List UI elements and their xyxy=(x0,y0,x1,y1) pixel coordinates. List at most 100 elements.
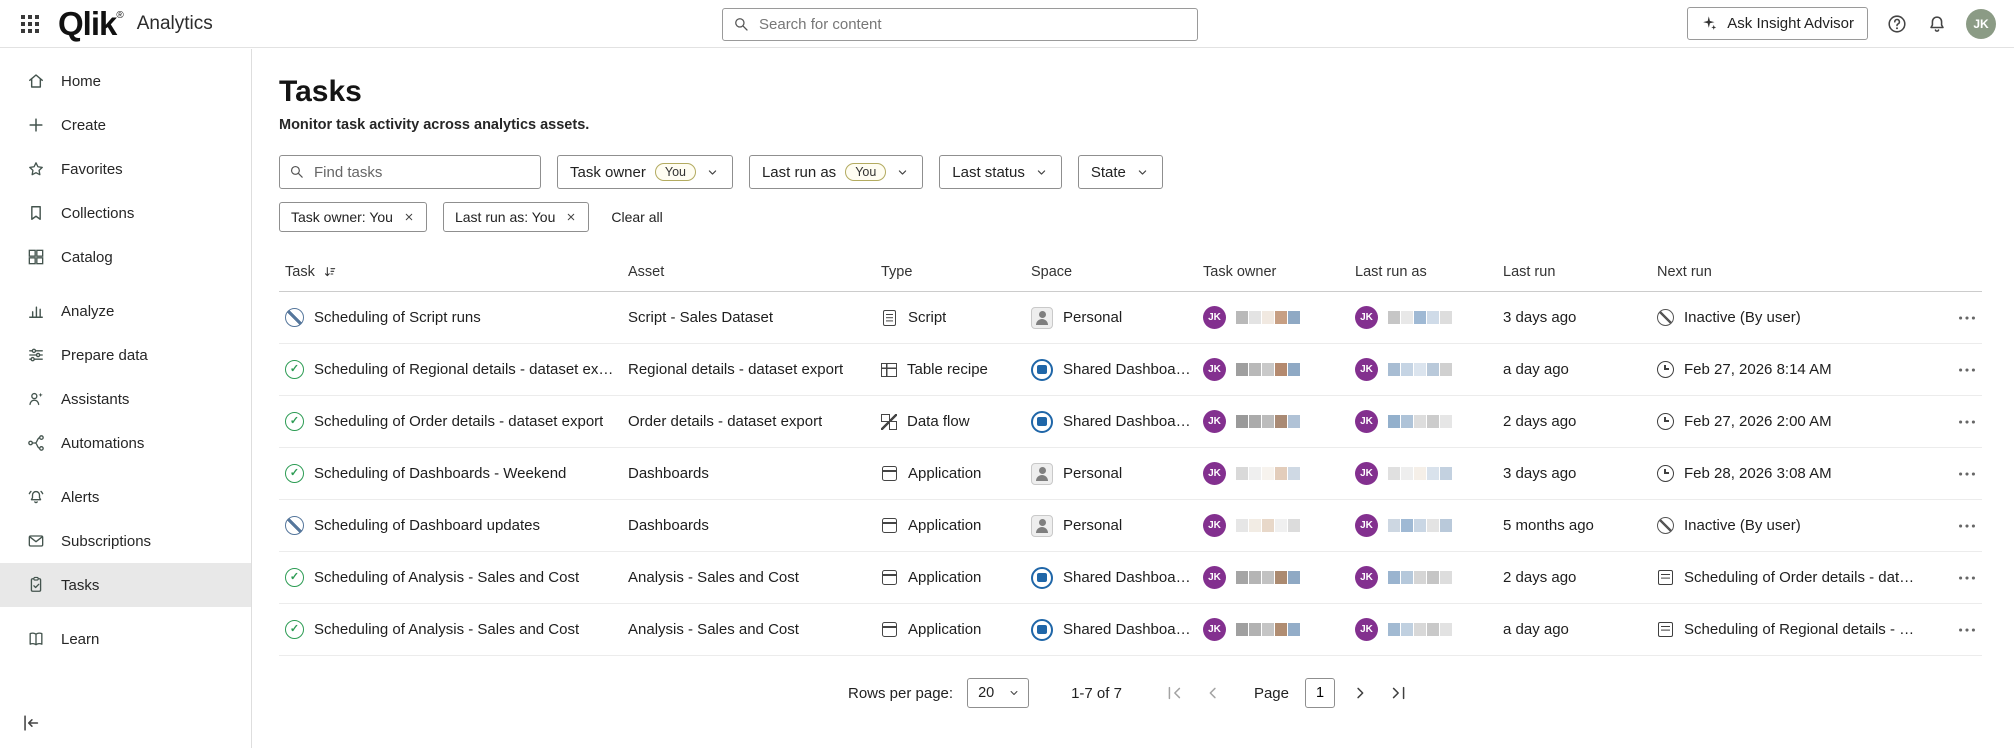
last-run-cell: 2 days ago xyxy=(1503,413,1657,430)
filter-chip-last-run-as[interactable]: Last run as: You xyxy=(443,202,589,232)
row-actions-button[interactable] xyxy=(1956,409,1982,435)
sidebar-item-create[interactable]: Create xyxy=(0,103,251,147)
run-history-strip[interactable] xyxy=(1236,571,1300,584)
run-history-strip[interactable] xyxy=(1388,623,1452,636)
last-run-as-cell: JK xyxy=(1355,618,1503,641)
row-actions-button[interactable] xyxy=(1956,461,1982,487)
sidebar-item-assistants[interactable]: Assistants xyxy=(0,377,251,421)
owner-avatar[interactable]: JK xyxy=(1203,566,1226,589)
run-history-strip[interactable] xyxy=(1388,467,1452,480)
column-header-space[interactable]: Space xyxy=(1031,264,1203,280)
run-as-avatar[interactable]: JK xyxy=(1355,618,1378,641)
run-history-strip[interactable] xyxy=(1236,623,1300,636)
row-actions-button[interactable] xyxy=(1956,305,1982,331)
notifications-button[interactable] xyxy=(1926,13,1948,35)
task-name[interactable]: Scheduling of Order details - dataset ex… xyxy=(314,413,603,430)
sidebar-item-learn[interactable]: Learn xyxy=(0,617,251,661)
task-name[interactable]: Scheduling of Analysis - Sales and Cost xyxy=(314,621,579,638)
close-icon[interactable] xyxy=(403,211,415,223)
sidebar-item-subscriptions[interactable]: Subscriptions xyxy=(0,519,251,563)
owner-avatar[interactable]: JK xyxy=(1203,358,1226,381)
table-row[interactable]: Scheduling of Dashboard updates Dashboar… xyxy=(279,500,1982,552)
row-actions-button[interactable] xyxy=(1956,565,1982,591)
run-history-strip[interactable] xyxy=(1388,415,1452,428)
run-as-avatar[interactable]: JK xyxy=(1355,410,1378,433)
row-actions-button[interactable] xyxy=(1956,357,1982,383)
run-history-strip[interactable] xyxy=(1388,311,1452,324)
table-row[interactable]: Scheduling of Dashboards - Weekend Dashb… xyxy=(279,448,1982,500)
table-row[interactable]: Scheduling of Order details - dataset ex… xyxy=(279,396,1982,448)
sidebar-item-label: Automations xyxy=(61,435,144,452)
sidebar-item-home[interactable]: Home xyxy=(0,59,251,103)
first-page-button[interactable] xyxy=(1164,681,1188,705)
task-owner-filter-dropdown[interactable]: Task owner You xyxy=(557,155,733,189)
column-header-last-run[interactable]: Last run xyxy=(1503,264,1657,280)
sidebar-collapse-button[interactable] xyxy=(20,712,42,734)
column-header-task[interactable]: Task xyxy=(279,264,628,280)
owner-avatar[interactable]: JK xyxy=(1203,410,1226,433)
last-page-button[interactable] xyxy=(1389,681,1413,705)
row-actions-button[interactable] xyxy=(1956,617,1982,643)
column-header-task-owner[interactable]: Task owner xyxy=(1203,264,1355,280)
help-button[interactable] xyxy=(1886,13,1908,35)
task-name[interactable]: Scheduling of Regional details - dataset… xyxy=(314,361,616,378)
run-history-strip[interactable] xyxy=(1236,415,1300,428)
owner-avatar[interactable]: JK xyxy=(1203,306,1226,329)
run-history-strip[interactable] xyxy=(1236,467,1300,480)
run-as-avatar[interactable]: JK xyxy=(1355,566,1378,589)
table-row[interactable]: Scheduling of Analysis - Sales and Cost … xyxy=(279,552,1982,604)
column-header-last-run-as[interactable]: Last run as xyxy=(1355,264,1503,280)
run-history-strip[interactable] xyxy=(1236,363,1300,376)
sidebar-item-catalog[interactable]: Catalog xyxy=(0,235,251,279)
type-cell: Application xyxy=(881,465,1031,482)
clear-all-button[interactable]: Clear all xyxy=(611,209,662,225)
run-as-avatar[interactable]: JK xyxy=(1355,306,1378,329)
owner-avatar[interactable]: JK xyxy=(1203,462,1226,485)
close-icon[interactable] xyxy=(565,211,577,223)
last-status-filter-dropdown[interactable]: Last status xyxy=(939,155,1062,189)
task-name[interactable]: Scheduling of Analysis - Sales and Cost xyxy=(314,569,579,586)
run-history-strip[interactable] xyxy=(1236,311,1300,324)
run-history-strip[interactable] xyxy=(1388,571,1452,584)
global-search-input[interactable] xyxy=(722,8,1198,41)
task-name[interactable]: Scheduling of Dashboard updates xyxy=(314,517,540,534)
row-actions-button[interactable] xyxy=(1956,513,1982,539)
last-run-as-filter-dropdown[interactable]: Last run as You xyxy=(749,155,923,189)
run-as-avatar[interactable]: JK xyxy=(1355,358,1378,381)
page-number-input[interactable] xyxy=(1305,678,1335,708)
run-as-avatar[interactable]: JK xyxy=(1355,462,1378,485)
sidebar-item-prepare-data[interactable]: Prepare data xyxy=(0,333,251,377)
sidebar-item-label: Prepare data xyxy=(61,347,148,364)
table-row[interactable]: Scheduling of Analysis - Sales and Cost … xyxy=(279,604,1982,656)
table-row[interactable]: Scheduling of Script runs Script - Sales… xyxy=(279,292,1982,344)
owner-avatar[interactable]: JK xyxy=(1203,618,1226,641)
table-row[interactable]: Scheduling of Regional details - dataset… xyxy=(279,344,1982,396)
ask-insight-advisor-button[interactable]: Ask Insight Advisor xyxy=(1687,7,1868,40)
rows-per-page-select[interactable]: 20 xyxy=(967,678,1029,708)
qlik-logo[interactable]: Qlik® xyxy=(58,7,123,40)
app-launcher-icon[interactable] xyxy=(18,12,42,36)
column-header-next-run[interactable]: Next run xyxy=(1657,264,1930,280)
task-name[interactable]: Scheduling of Script runs xyxy=(314,309,481,326)
run-history-strip[interactable] xyxy=(1388,363,1452,376)
column-header-asset[interactable]: Asset xyxy=(628,264,881,280)
owner-avatar[interactable]: JK xyxy=(1203,514,1226,537)
user-avatar[interactable]: JK xyxy=(1966,9,1996,39)
sort-descending-icon[interactable] xyxy=(322,264,338,280)
state-filter-dropdown[interactable]: State xyxy=(1078,155,1163,189)
run-history-strip[interactable] xyxy=(1236,519,1300,532)
previous-page-button[interactable] xyxy=(1202,681,1226,705)
sidebar-item-automations[interactable]: Automations xyxy=(0,421,251,465)
column-header-type[interactable]: Type xyxy=(881,264,1031,280)
run-as-avatar[interactable]: JK xyxy=(1355,514,1378,537)
sidebar-item-favorites[interactable]: Favorites xyxy=(0,147,251,191)
run-history-strip[interactable] xyxy=(1388,519,1452,532)
sidebar-item-analyze[interactable]: Analyze xyxy=(0,289,251,333)
find-tasks-input[interactable] xyxy=(279,155,541,189)
sidebar-item-tasks[interactable]: Tasks xyxy=(0,563,251,607)
sidebar-item-alerts[interactable]: Alerts xyxy=(0,475,251,519)
task-name[interactable]: Scheduling of Dashboards - Weekend xyxy=(314,465,566,482)
sidebar-item-collections[interactable]: Collections xyxy=(0,191,251,235)
next-page-button[interactable] xyxy=(1351,681,1375,705)
filter-chip-task-owner[interactable]: Task owner: You xyxy=(279,202,427,232)
